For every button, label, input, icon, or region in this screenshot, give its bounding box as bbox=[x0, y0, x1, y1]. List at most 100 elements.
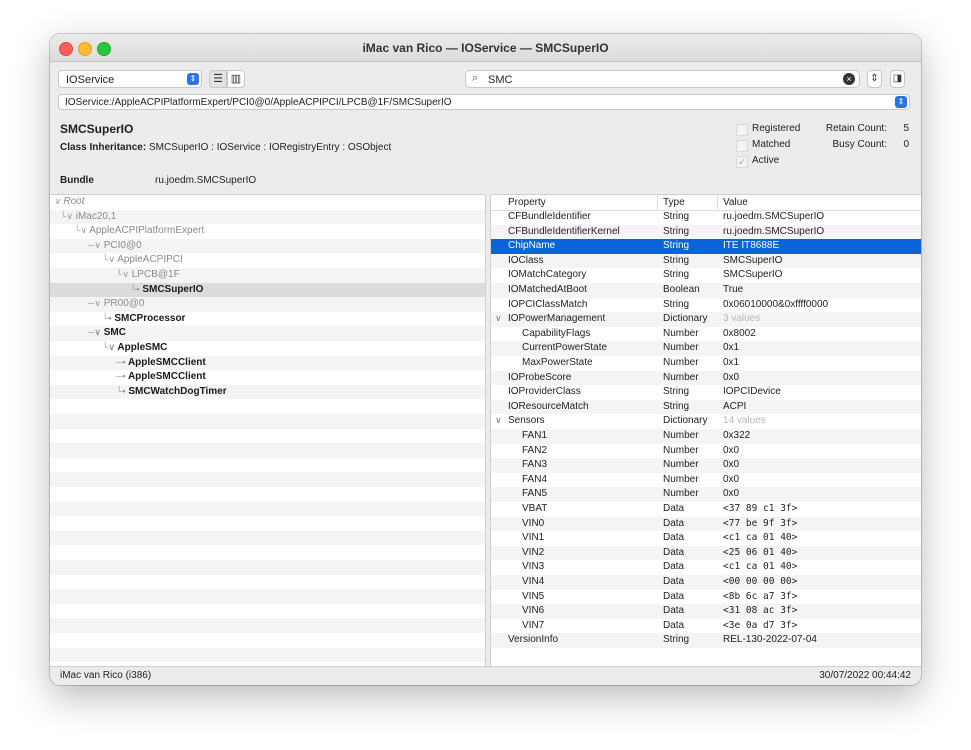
property-row[interactable]: IOProviderClass String IOPCIDevice bbox=[491, 385, 921, 400]
disclosure-icon[interactable]: └∨ bbox=[60, 211, 73, 221]
leaf-dot-icon[interactable]: └• bbox=[116, 386, 126, 396]
path-selector[interactable]: IOService:/AppleACPIPlatformExpert/PCI0@… bbox=[58, 94, 910, 110]
tree-node[interactable]: ─∨ PR00@0 bbox=[88, 298, 144, 309]
property-table[interactable]: Property Type Value CFBundleIdentifier St… bbox=[491, 194, 921, 667]
property-row[interactable]: VIN1 Data <c1 ca 01 40> bbox=[491, 531, 921, 546]
tree-row[interactable]: ─∨ PR00@0 bbox=[50, 297, 485, 312]
disclosure-icon[interactable]: ─∨ bbox=[88, 327, 101, 337]
disclosure-icon[interactable]: └∨ bbox=[102, 254, 115, 264]
disclosure-icon[interactable]: ─∨ bbox=[88, 240, 101, 250]
leaf-dot-icon[interactable]: └• bbox=[130, 284, 140, 294]
inspector-toggle-button[interactable]: ◨ bbox=[890, 70, 905, 88]
property-row[interactable]: IOClass String SMCSuperIO bbox=[491, 253, 921, 269]
property-row[interactable]: CapabilityFlags Number 0x8002 bbox=[491, 327, 921, 342]
tree-row[interactable]: ─∨ SMC bbox=[50, 326, 485, 341]
leaf-dot-icon[interactable]: ─• bbox=[116, 371, 126, 381]
tree-node[interactable]: └∨ AppleACPIPCI bbox=[102, 254, 183, 265]
inheritance-value: SMCSuperIO : IOService : IORegistryEntry… bbox=[148, 142, 392, 153]
property-row[interactable]: ChipName String ITE IT8688E bbox=[491, 239, 921, 254]
property-row[interactable]: VIN6 Data <31 08 ac 3f> bbox=[491, 604, 921, 619]
column-header-property[interactable]: Property bbox=[508, 197, 546, 208]
column-divider[interactable] bbox=[717, 195, 718, 209]
tree-node[interactable]: ─∨ PCI0@0 bbox=[88, 240, 142, 251]
property-type: Data bbox=[663, 546, 685, 558]
tree-node[interactable]: └• SMCProcessor bbox=[102, 313, 185, 324]
tree-row[interactable]: ∨ Root bbox=[50, 195, 485, 210]
disclosure-icon[interactable]: └∨ bbox=[102, 342, 115, 352]
property-row[interactable]: CFBundleIdentifierKernel String ru.joedm.S… bbox=[491, 224, 921, 240]
leaf-dot-icon[interactable]: ─• bbox=[116, 357, 126, 367]
tree-node[interactable]: └∨ AppleSMC bbox=[102, 342, 167, 353]
tree-node-label: AppleSMC bbox=[117, 342, 168, 353]
property-row[interactable]: VIN0 Data <77 be 9f 3f> bbox=[491, 516, 921, 532]
property-row[interactable]: VIN3 Data <c1 ca 01 40> bbox=[491, 560, 921, 575]
property-row[interactable]: MaxPowerState Number 0x1 bbox=[491, 356, 921, 371]
tree-node[interactable]: ─• AppleSMCClient bbox=[116, 371, 206, 382]
search-options-stepper[interactable]: ⇕ bbox=[867, 70, 882, 88]
disclosure-icon[interactable]: ∨ bbox=[54, 196, 61, 206]
property-row[interactable]: IOMatchCategory String SMCSuperIO bbox=[491, 268, 921, 283]
property-row[interactable]: VIN5 Data <8b 6c a7 3f> bbox=[491, 590, 921, 605]
tree-node[interactable]: └• SMCWatchDogTimer bbox=[116, 386, 227, 397]
property-row[interactable]: IOProbeScore Number 0x0 bbox=[491, 370, 921, 386]
disclosure-icon[interactable]: └∨ bbox=[74, 225, 87, 235]
property-name: IOMatchCategory bbox=[508, 269, 587, 281]
tree-row[interactable]: └∨ AppleACPIPlatformExpert bbox=[50, 224, 485, 239]
property-row[interactable]: FAN5 Number 0x0 bbox=[491, 487, 921, 502]
tree-row bbox=[50, 589, 485, 604]
property-row[interactable]: ∨ IOPowerManagement Dictionary 3 values bbox=[491, 312, 921, 327]
column-header-value[interactable]: Value bbox=[723, 197, 748, 208]
property-row[interactable]: ∨ Sensors Dictionary 14 values bbox=[491, 414, 921, 429]
property-row[interactable]: CurrentPowerState Number 0x1 bbox=[491, 341, 921, 356]
property-row[interactable]: VIN7 Data <3e 0a d7 3f> bbox=[491, 619, 921, 634]
tree-row bbox=[50, 604, 485, 619]
tree-row[interactable]: └∨ LPCB@1F bbox=[50, 268, 485, 283]
column-view-button[interactable]: ▥ bbox=[227, 70, 245, 88]
tree-row[interactable]: ─• AppleSMCClient bbox=[50, 370, 485, 385]
property-row[interactable]: CFBundleIdentifier String ru.joedm.SMCSupe… bbox=[491, 210, 921, 225]
column-divider[interactable] bbox=[657, 195, 658, 209]
tree-row[interactable]: └∨ AppleSMC bbox=[50, 341, 485, 356]
tree-node[interactable]: ∨ Root bbox=[54, 196, 85, 207]
clear-search-icon[interactable]: × bbox=[843, 73, 855, 85]
search-icon[interactable]: ⌕ bbox=[472, 72, 478, 85]
tree-row bbox=[50, 575, 485, 590]
property-row[interactable]: IOPCIClassMatch String 0x06010000&0xffff00… bbox=[491, 298, 921, 313]
disclosure-icon[interactable]: ∨ bbox=[495, 415, 502, 426]
property-row[interactable]: VIN2 Data <25 06 01 40> bbox=[491, 545, 921, 561]
property-row[interactable]: FAN3 Number 0x0 bbox=[491, 458, 921, 473]
property-row[interactable]: VIN4 Data <00 00 00 00> bbox=[491, 575, 921, 590]
property-row[interactable]: FAN4 Number 0x0 bbox=[491, 473, 921, 488]
tree-row[interactable]: └• SMCSuperIO bbox=[50, 282, 485, 298]
property-row[interactable]: FAN2 Number 0x0 bbox=[491, 444, 921, 459]
tree-node[interactable]: └• SMCSuperIO bbox=[130, 284, 203, 295]
tree-node[interactable]: ─• AppleSMCClient bbox=[116, 357, 206, 368]
disclosure-icon[interactable]: └∨ bbox=[116, 269, 129, 279]
list-view-button[interactable]: ☰ bbox=[209, 70, 227, 88]
tree-row[interactable]: └∨ AppleACPIPCI bbox=[50, 253, 485, 268]
property-type: Number bbox=[663, 371, 699, 383]
tree-row[interactable]: └∨ iMac20,1 bbox=[50, 209, 485, 225]
tree-row[interactable]: ─∨ PCI0@0 bbox=[50, 238, 485, 254]
tree-row[interactable]: └• SMCWatchDogTimer bbox=[50, 384, 485, 400]
plane-popup[interactable]: IOService ⇕ bbox=[58, 70, 202, 88]
disclosure-icon[interactable]: ∨ bbox=[495, 313, 502, 324]
property-row[interactable]: IOMatchedAtBoot Boolean True bbox=[491, 283, 921, 298]
tree-node[interactable]: └∨ LPCB@1F bbox=[116, 269, 180, 280]
tree-node[interactable]: └∨ iMac20,1 bbox=[60, 211, 116, 222]
search-input[interactable]: SMC bbox=[488, 74, 512, 86]
tree-node[interactable]: └∨ AppleACPIPlatformExpert bbox=[74, 225, 204, 236]
tree-row[interactable]: ─• AppleSMCClient bbox=[50, 355, 485, 371]
registry-tree[interactable]: ∨ Root └∨ iMac20,1 └∨ AppleACPIPlatformExp… bbox=[50, 194, 485, 667]
title-bar[interactable]: iMac van Rico — IOService — SMCSuperIO bbox=[50, 34, 921, 62]
column-header-type[interactable]: Type bbox=[663, 197, 685, 208]
property-row[interactable]: VBAT Data <37 89 c1 3f> bbox=[491, 502, 921, 517]
search-field[interactable]: ⌕ SMC × bbox=[465, 70, 860, 88]
property-row[interactable]: VersionInfo String REL-130-2022-07-04 bbox=[491, 633, 921, 648]
disclosure-icon[interactable]: ─∨ bbox=[88, 298, 101, 308]
tree-row[interactable]: └• SMCProcessor bbox=[50, 312, 485, 327]
property-row[interactable]: IOResourceMatch String ACPI bbox=[491, 399, 921, 415]
property-row[interactable]: FAN1 Number 0x322 bbox=[491, 429, 921, 444]
leaf-dot-icon[interactable]: └• bbox=[102, 313, 112, 323]
tree-node[interactable]: ─∨ SMC bbox=[88, 327, 126, 338]
